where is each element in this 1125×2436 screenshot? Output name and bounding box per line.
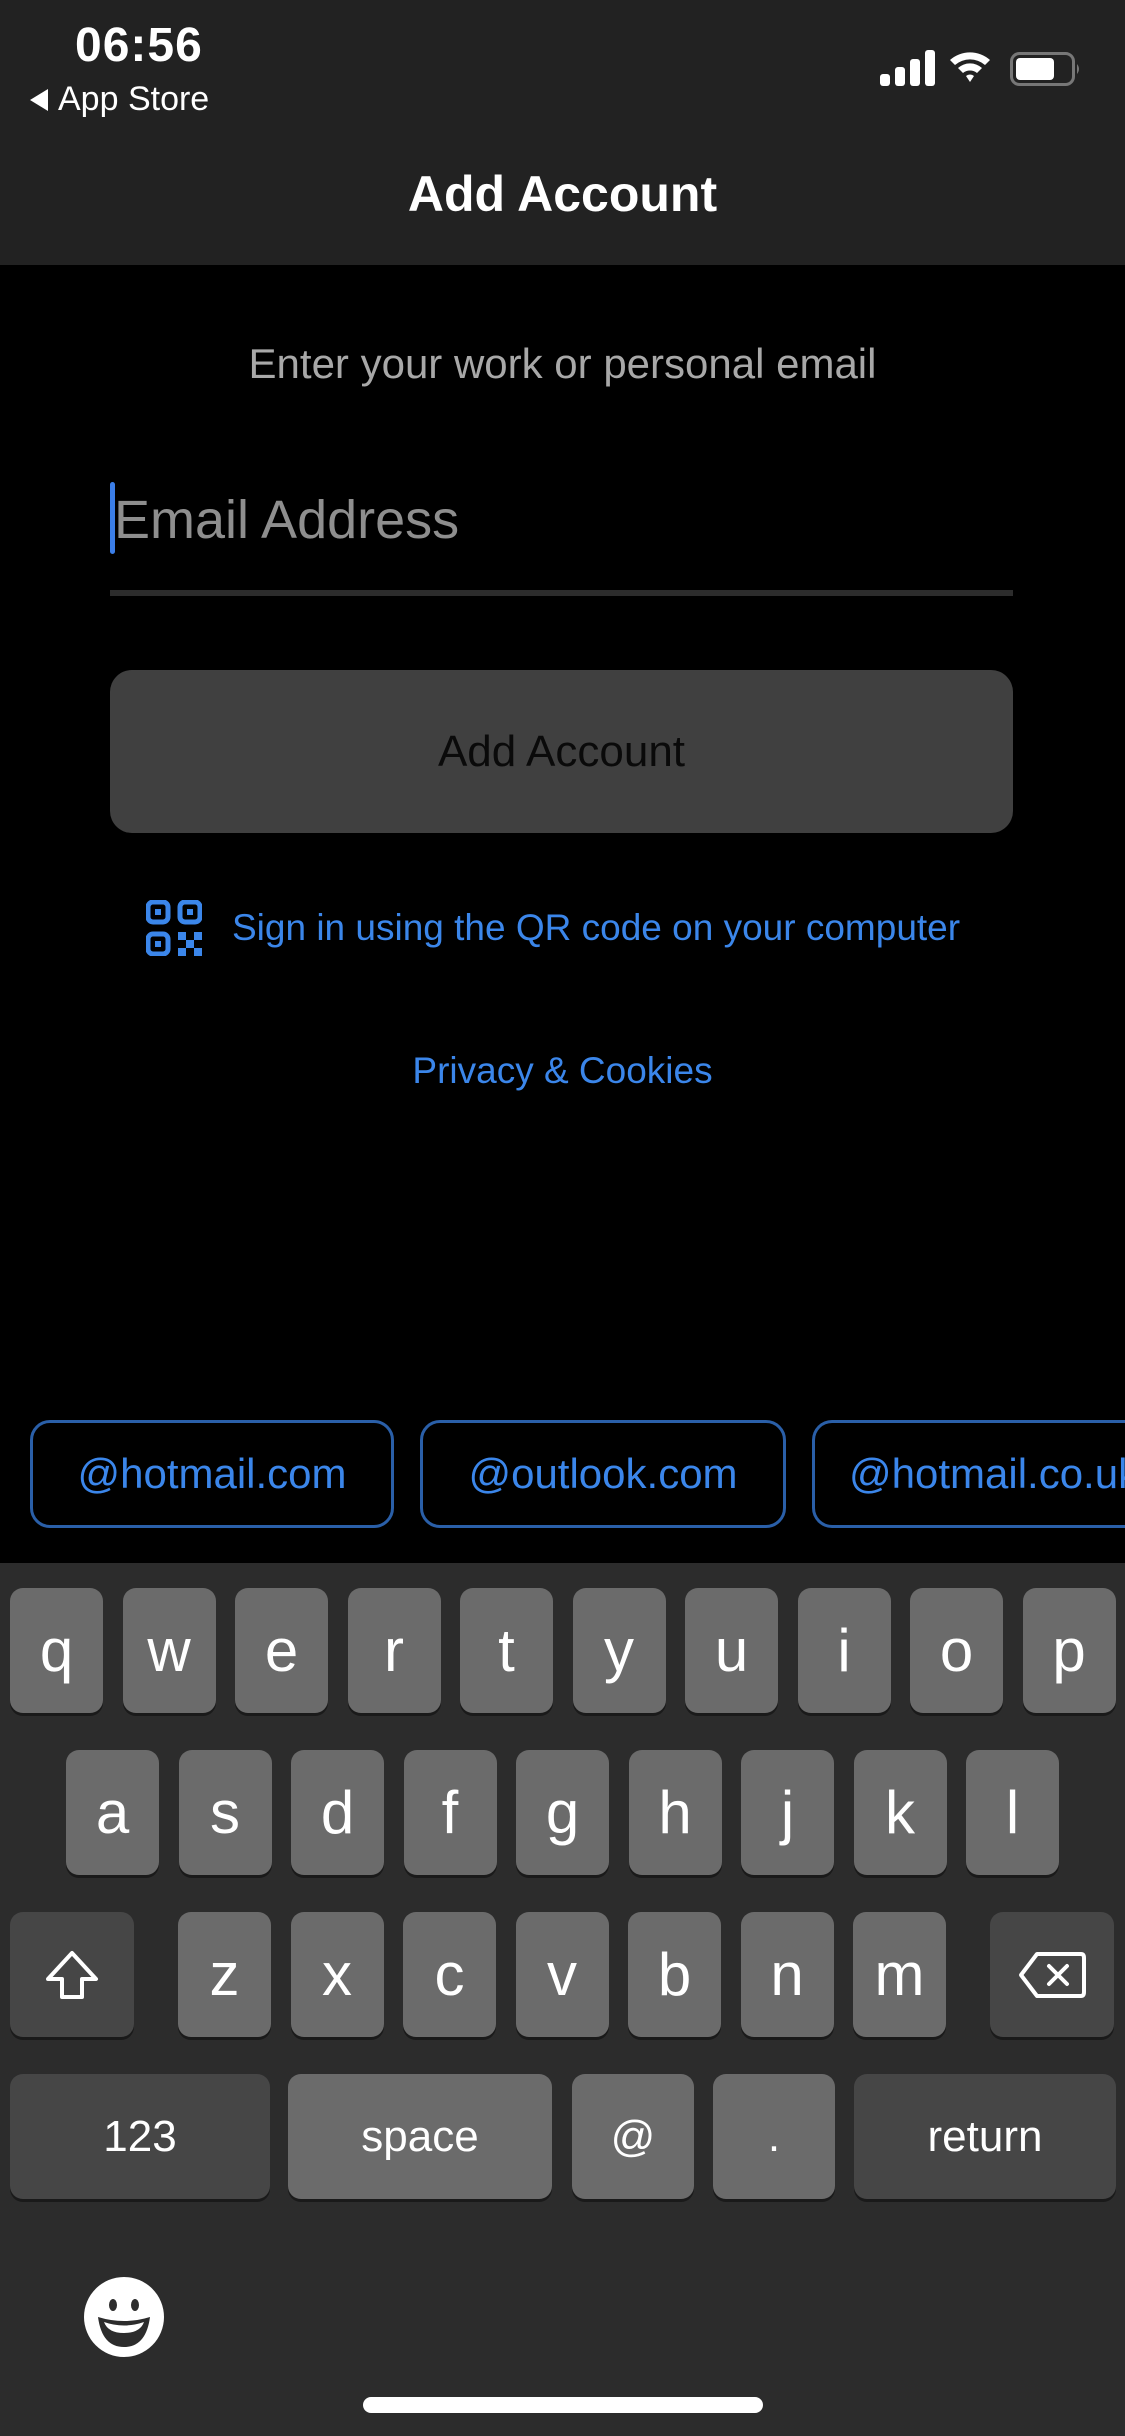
qr-link-label: Sign in using the QR code on your comput… [232, 907, 961, 948]
key-h[interactable]: h [628, 1750, 722, 1875]
key-r[interactable]: r [347, 1588, 441, 1713]
key-k[interactable]: k [853, 1750, 947, 1875]
back-to-app-store[interactable]: App Store [30, 80, 209, 119]
return-key[interactable]: return [854, 2074, 1116, 2199]
key-v[interactable]: v [515, 1912, 609, 2037]
add-account-button[interactable]: Add Account [110, 670, 1013, 833]
status-time: 06:56 [75, 19, 203, 72]
key-c[interactable]: c [403, 1912, 496, 2037]
key-i[interactable]: i [797, 1588, 891, 1713]
key-n[interactable]: n [740, 1912, 834, 2037]
suggestion-chip-outlook[interactable]: @outlook.com [420, 1420, 786, 1528]
email-underline [110, 590, 1013, 596]
suggestion-chip-hotmail-uk[interactable]: @hotmail.co.uk [812, 1420, 1125, 1528]
key-y[interactable]: y [572, 1588, 666, 1713]
key-a[interactable]: a [66, 1750, 159, 1875]
key-g[interactable]: g [516, 1750, 609, 1875]
key-p[interactable]: p [1022, 1588, 1116, 1713]
email-input[interactable] [110, 480, 1017, 560]
cellular-signal-icon [880, 50, 935, 86]
dot-key[interactable]: . [713, 2074, 835, 2199]
key-s[interactable]: s [178, 1750, 272, 1875]
space-key[interactable]: space [288, 2074, 552, 2199]
battery-icon [1010, 52, 1079, 86]
shift-key[interactable] [10, 1912, 134, 2037]
privacy-cookies-link[interactable]: Privacy & Cookies [0, 1050, 1125, 1092]
back-app-label: App Store [58, 80, 210, 118]
key-z[interactable]: z [178, 1912, 271, 2037]
key-l[interactable]: l [966, 1750, 1059, 1875]
text-caret [110, 482, 115, 554]
qr-sign-in-link[interactable]: Sign in using the QR code on your comput… [146, 900, 960, 956]
battery-fill [1016, 58, 1054, 80]
shift-icon [46, 1950, 98, 1999]
numbers-key[interactable]: 123 [10, 2074, 270, 2199]
emoji-icon [84, 2277, 164, 2357]
key-t[interactable]: t [460, 1588, 553, 1713]
delete-key[interactable] [990, 1912, 1114, 2037]
back-triangle-icon [30, 88, 48, 111]
key-d[interactable]: d [291, 1750, 384, 1875]
key-b[interactable]: b [628, 1912, 721, 2037]
key-m[interactable]: m [853, 1912, 946, 2037]
key-e[interactable]: e [235, 1588, 328, 1713]
at-key[interactable]: @ [572, 2074, 694, 2199]
email-field-container [110, 480, 1017, 596]
key-j[interactable]: j [741, 1750, 834, 1875]
backspace-icon [1019, 1951, 1086, 1998]
emoji-keyboard-button[interactable] [84, 2277, 164, 2357]
domain-suggestions: @hotmail.com @outlook.com @hotmail.co.uk [30, 1420, 1125, 1528]
key-q[interactable]: q [10, 1588, 103, 1713]
key-u[interactable]: u [685, 1588, 778, 1713]
page-title: Add Account [407, 166, 718, 222]
home-indicator[interactable] [363, 2397, 763, 2413]
key-x[interactable]: x [290, 1912, 384, 2037]
key-o[interactable]: o [910, 1588, 1003, 1713]
suggestion-chip-hotmail[interactable]: @hotmail.com [30, 1420, 394, 1528]
key-w[interactable]: w [122, 1588, 216, 1713]
key-f[interactable]: f [403, 1750, 497, 1875]
instruction-text: Enter your work or personal email [248, 340, 877, 387]
wifi-icon [950, 52, 990, 82]
qr-code-icon [146, 900, 202, 956]
